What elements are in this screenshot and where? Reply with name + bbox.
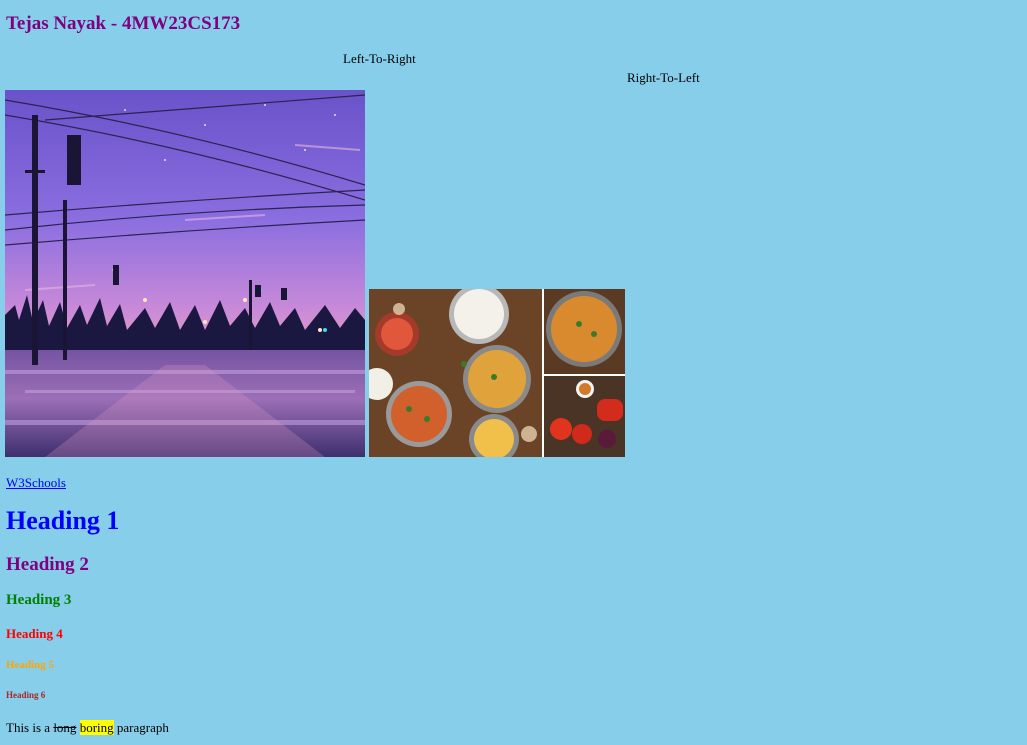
struck-text: long bbox=[53, 720, 77, 735]
heading-1: Heading 1 bbox=[6, 506, 120, 535]
page: Tejas Nayak - 4MW23CS173 Left-To-Right R… bbox=[0, 0, 1027, 745]
heading-5: Heading 5 bbox=[6, 659, 54, 671]
bdo-right-to-left: Right-To-Left bbox=[627, 70, 700, 85]
page-title: Tejas Nayak - 4MW23CS173 bbox=[6, 13, 241, 34]
heading-2: Heading 2 bbox=[6, 554, 89, 575]
paragraph-prefix: This is a bbox=[6, 720, 54, 735]
heading-6: Heading 6 bbox=[6, 690, 46, 700]
indian-food-image bbox=[369, 289, 625, 457]
sunset-street-image bbox=[5, 90, 365, 457]
bdo-left-to-right: Left-To-Right bbox=[343, 51, 416, 66]
paragraph-suffix: paragraph bbox=[113, 720, 169, 735]
highlighted-text: boring bbox=[79, 720, 114, 735]
heading-4: Heading 4 bbox=[6, 626, 63, 641]
paragraph: This is a long boring paragraph bbox=[6, 720, 169, 736]
w3schools-link[interactable]: W3Schools bbox=[6, 475, 66, 491]
heading-3: Heading 3 bbox=[6, 592, 72, 608]
